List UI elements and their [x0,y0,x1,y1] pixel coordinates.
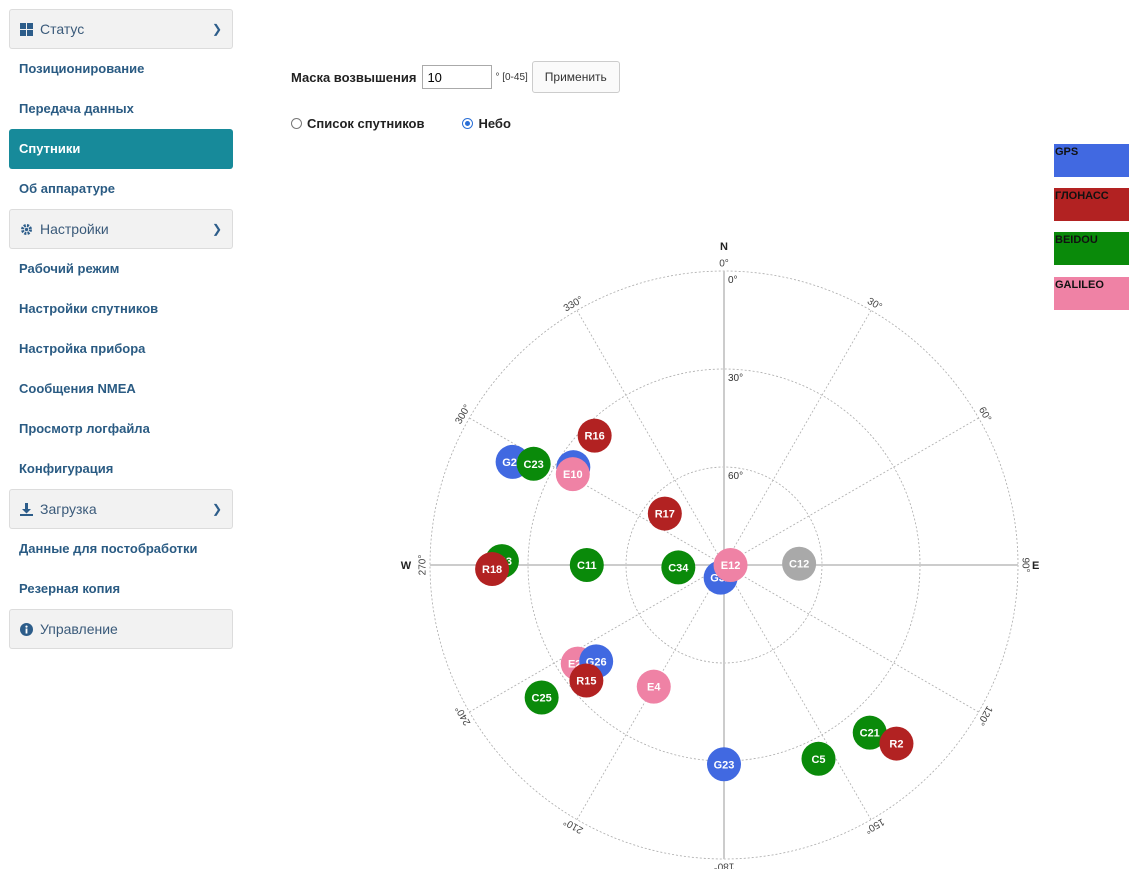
elevation-label-30: 30° [728,373,743,384]
satellite-label: E4 [647,682,661,694]
satellite-E4[interactable]: E4 [636,669,671,704]
direction-north: N [720,241,728,253]
satellite-E10[interactable]: E10 [555,457,590,492]
satellite-R15[interactable]: R15 [569,663,604,698]
satellite-label: C5 [811,754,825,766]
satellite-C23[interactable]: C23 [516,446,551,481]
satellite-R16[interactable]: R16 [577,418,612,453]
satellite-label: C21 [860,728,880,740]
satellite-label: E10 [563,469,583,481]
azimuth-label-30: 30° [865,296,884,313]
satellite-C25[interactable]: C25 [524,680,559,715]
azimuth-spoke-60 [723,417,979,566]
satellite-label: R2 [889,739,903,751]
azimuth-label-270: 270° [418,555,429,576]
azimuth-spoke-150 [723,564,872,820]
satellite-label: C11 [577,560,597,572]
satellite-label: R17 [655,509,675,521]
satellite-G23[interactable]: G23 [707,747,741,782]
azimuth-label-150: 150° [863,816,886,836]
direction-west: W [401,560,412,572]
satellite-label: R15 [576,675,596,687]
azimuth-label-300: 300° [454,403,474,426]
satellite-R17[interactable]: R17 [647,496,682,531]
satellite-label: E12 [721,560,741,572]
satellite-C11[interactable]: C11 [569,548,604,582]
satellites: G27C23R16G10E10R17C43R18C11C34G32E12C12E… [475,418,914,782]
azimuth-spoke-120 [723,564,979,713]
azimuth-label-60: 60° [976,405,993,424]
satellite-label: C25 [532,692,552,704]
azimuth-label-330: 330° [562,295,585,315]
satellite-label: C34 [668,562,689,574]
elevation-label-0: 0° [728,275,738,286]
satellite-label: C23 [524,459,544,471]
satellite-C34[interactable]: C34 [661,550,696,585]
elevation-labels: 0°30°60°90° [728,275,743,580]
azimuth-label-90: 90° [1019,557,1030,572]
elevation-label-60: 60° [728,471,743,482]
satellite-E12[interactable]: E12 [713,548,748,582]
azimuth-label-210: 210° [562,816,585,836]
satellite-label: R16 [585,431,605,443]
azimuth-label-180: 180° [714,860,735,869]
azimuth-label-0: 0° [719,259,729,270]
azimuth-spoke-30 [723,310,872,566]
direction-east: E [1032,560,1039,572]
satellite-C12[interactable]: C12 [782,546,817,581]
satellite-R2[interactable]: R2 [879,726,914,761]
sky-plot: 0° 30° 60° 90° 120° 150° 180° 210° 240° 270° 300° 3… [401,241,1040,869]
satellite-R18[interactable]: R18 [475,552,510,587]
satellite-label: R18 [482,564,502,576]
satellite-C5[interactable]: C5 [801,741,836,776]
satellite-label: C12 [789,559,809,571]
azimuth-label-240: 240° [454,704,474,727]
satellite-label: G23 [714,759,735,771]
azimuth-label-120: 120° [975,704,995,727]
